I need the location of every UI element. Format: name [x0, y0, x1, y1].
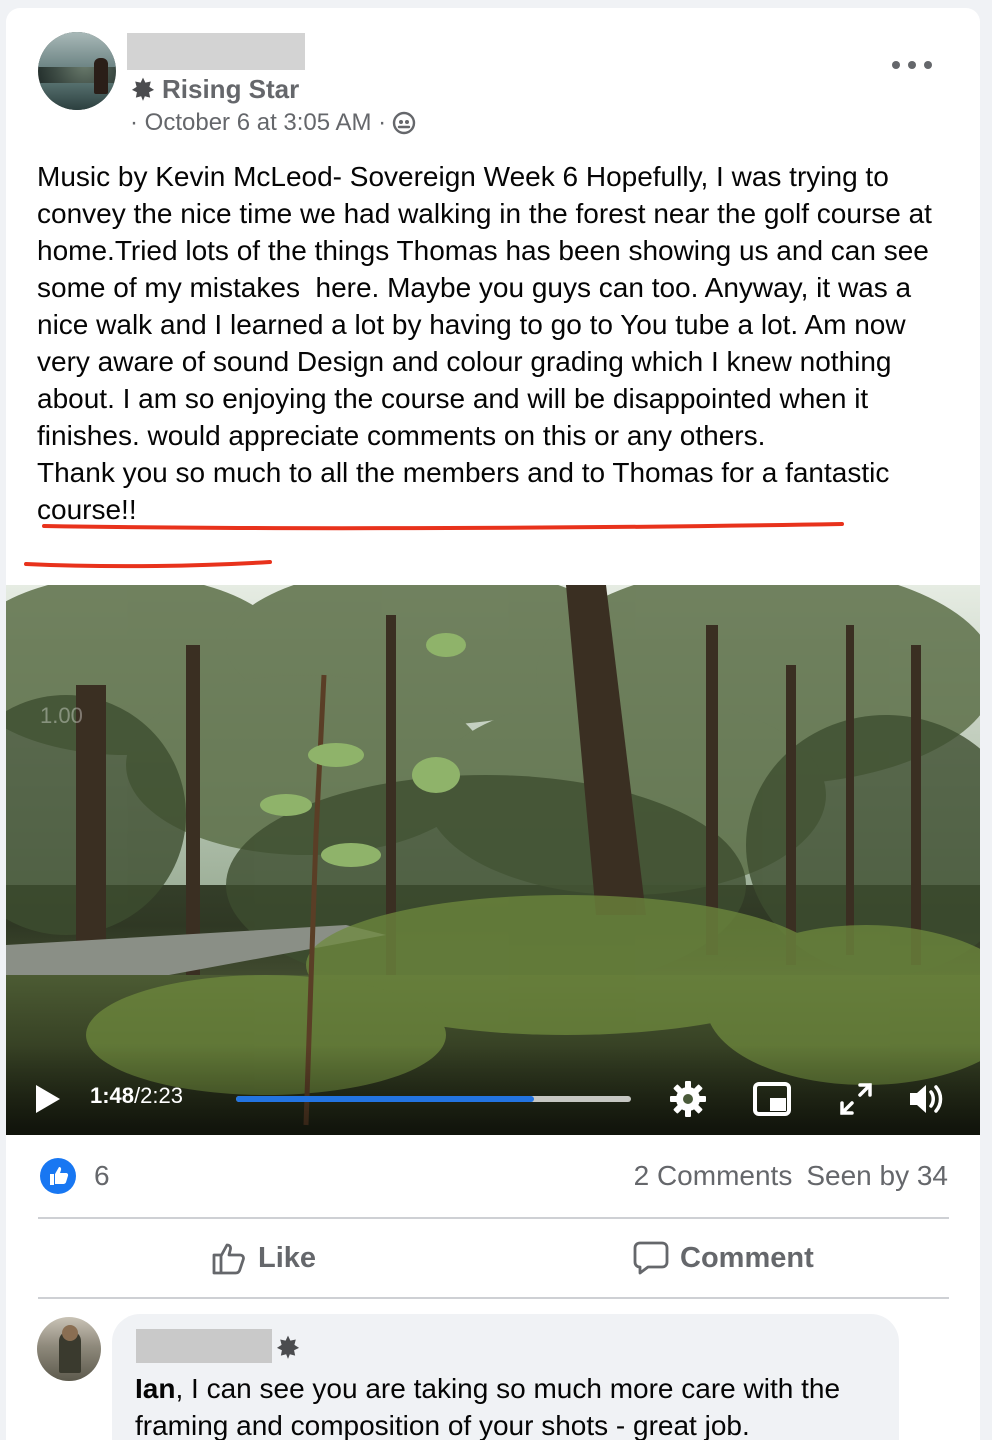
- post-meta: · October 6 at 3:05 AM ·: [130, 108, 416, 138]
- comment-button[interactable]: Comment: [632, 1236, 814, 1280]
- video-time: 1:48 / 2:23: [90, 1083, 183, 1109]
- like-label: Like: [258, 1241, 317, 1274]
- engagement-stats: 2 Comments Seen by 34: [634, 1160, 948, 1192]
- post-timestamp[interactable]: · October 6 at 3:05 AM ·: [130, 109, 386, 137]
- like-count[interactable]: 6: [94, 1160, 110, 1192]
- author-avatar[interactable]: [38, 32, 116, 110]
- badge-label: Rising Star: [162, 73, 300, 104]
- like-button[interactable]: Like: [210, 1236, 316, 1280]
- globe-icon: [392, 111, 416, 135]
- progress-fill: [236, 1096, 535, 1102]
- comment-body: , I can see you are taking so much more …: [135, 1373, 841, 1440]
- post-body: Music by Kevin McLeod- Sovereign Week 6 …: [37, 158, 957, 528]
- duration: 2:23: [140, 1083, 183, 1108]
- video-player[interactable]: 1.00 1:48 / 2:23: [6, 585, 980, 1135]
- post-stats: 6 2 Comments Seen by 34: [38, 1156, 948, 1196]
- post-text-highlight: Thank you so much to all the members and…: [37, 457, 898, 525]
- more-icon[interactable]: [892, 54, 932, 76]
- commenter-name-redacted[interactable]: [136, 1329, 272, 1363]
- comment-bubble: Ian, I can see you are taking so much mo…: [112, 1314, 899, 1440]
- video-controls: 1:48 / 2:23: [6, 1045, 980, 1135]
- current-time: 1:48: [90, 1083, 135, 1108]
- volume-icon[interactable]: [906, 1079, 946, 1119]
- thumbs-up-icon: [212, 1243, 245, 1275]
- progress-bar[interactable]: [236, 1096, 631, 1102]
- settings-icon[interactable]: [668, 1079, 708, 1119]
- seen-by-count[interactable]: Seen by 34: [806, 1160, 948, 1192]
- comments-count[interactable]: 2 Comments: [634, 1160, 793, 1192]
- comment-icon: [633, 1241, 669, 1275]
- like-reaction-icon[interactable]: [40, 1158, 76, 1194]
- commenter-avatar[interactable]: [37, 1317, 101, 1381]
- star-icon: [276, 1335, 300, 1359]
- comment-mention[interactable]: Ian: [135, 1373, 175, 1404]
- post-text-main: Music by Kevin McLeod- Sovereign Week 6 …: [37, 161, 940, 451]
- author-name-redacted[interactable]: [127, 33, 305, 70]
- post-card: Rising Star · October 6 at 3:05 AM · Mus…: [6, 8, 980, 1440]
- fullscreen-icon[interactable]: [836, 1079, 876, 1119]
- video-watermark: 1.00: [40, 703, 83, 728]
- author-badge: Rising Star: [130, 74, 299, 104]
- comment-label: Comment: [680, 1241, 814, 1274]
- pip-icon[interactable]: [752, 1079, 792, 1119]
- divider: [38, 1297, 949, 1299]
- comment-text: Ian, I can see you are taking so much mo…: [135, 1370, 875, 1440]
- play-icon[interactable]: [34, 1083, 62, 1115]
- star-icon: [131, 77, 155, 101]
- divider: [38, 1217, 949, 1219]
